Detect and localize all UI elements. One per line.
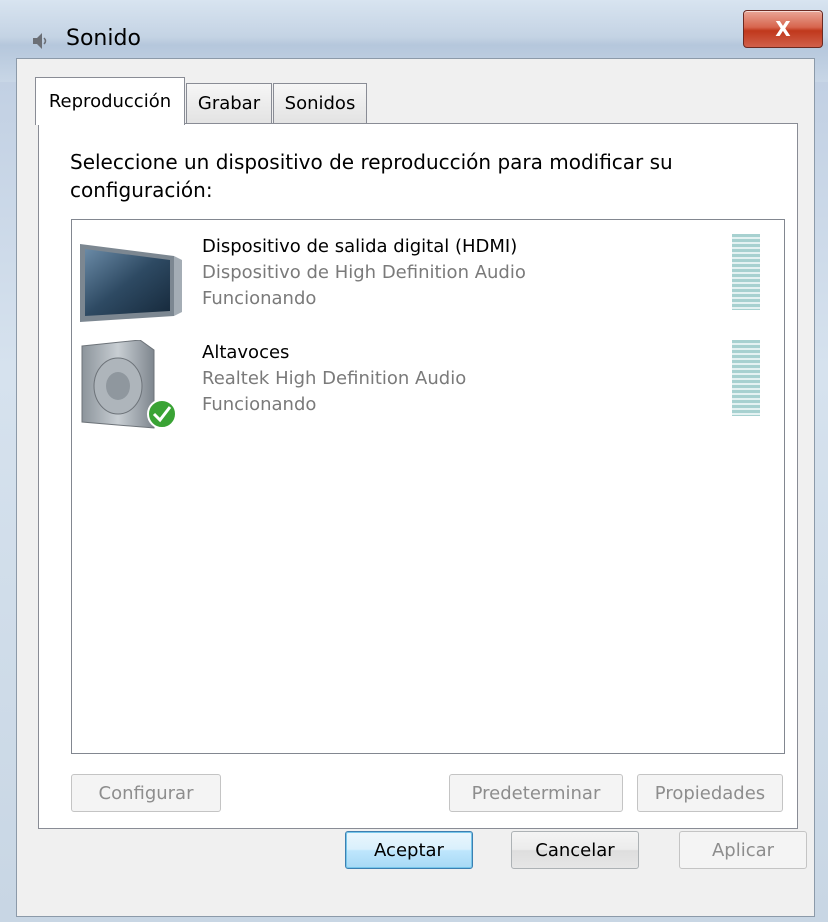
set-default-button[interactable]: Predeterminar bbox=[449, 774, 623, 812]
configure-button[interactable]: Configurar bbox=[71, 774, 221, 812]
device-description: Dispositivo de High Definition Audio bbox=[202, 262, 526, 283]
tab-label: Sonidos bbox=[284, 93, 356, 114]
device-name: Dispositivo de salida digital (HDMI) bbox=[202, 236, 518, 257]
device-description: Realtek High Definition Audio bbox=[202, 368, 467, 389]
device-name: Altavoces bbox=[202, 342, 290, 363]
ok-button[interactable]: Aceptar bbox=[345, 831, 473, 869]
playback-tab-panel: Seleccione un dispositivo de reproducció… bbox=[38, 123, 798, 829]
volume-meter bbox=[732, 234, 760, 310]
tab-sonidos[interactable]: Sonidos bbox=[273, 83, 367, 123]
device-status: Funcionando bbox=[202, 288, 317, 309]
cancel-button[interactable]: Cancelar bbox=[511, 831, 639, 869]
sound-dialog: Sonido X Reproducción Grabar Sonidos Sel… bbox=[0, 0, 828, 922]
speaker-icon bbox=[33, 33, 47, 49]
properties-button[interactable]: Propiedades bbox=[637, 774, 783, 812]
volume-meter bbox=[732, 340, 760, 416]
tab-label: Grabar bbox=[197, 93, 261, 114]
device-item-hdmi[interactable]: Dispositivo de salida digital (HDMI) Dis… bbox=[72, 220, 784, 330]
tab-grabar[interactable]: Grabar bbox=[186, 83, 272, 123]
monitor-icon bbox=[80, 244, 182, 322]
close-button[interactable]: X bbox=[743, 10, 823, 48]
window-title: Sonido bbox=[66, 26, 141, 51]
close-icon: X bbox=[775, 17, 791, 41]
device-item-altavoces[interactable]: Altavoces Realtek High Definition Audio … bbox=[72, 326, 784, 436]
tab-reproduccion[interactable]: Reproducción bbox=[35, 77, 185, 125]
playback-device-list[interactable]: Dispositivo de salida digital (HDMI) Dis… bbox=[71, 219, 785, 754]
apply-button[interactable]: Aplicar bbox=[679, 831, 807, 869]
tab-label: Reproducción bbox=[48, 91, 172, 112]
instruction-text: Seleccione un dispositivo de reproducció… bbox=[70, 150, 673, 202]
dialog-client-area: Reproducción Grabar Sonidos Seleccione u… bbox=[16, 58, 815, 917]
default-check-icon bbox=[147, 399, 177, 429]
speaker-icon bbox=[81, 340, 177, 429]
device-status: Funcionando bbox=[202, 394, 317, 415]
